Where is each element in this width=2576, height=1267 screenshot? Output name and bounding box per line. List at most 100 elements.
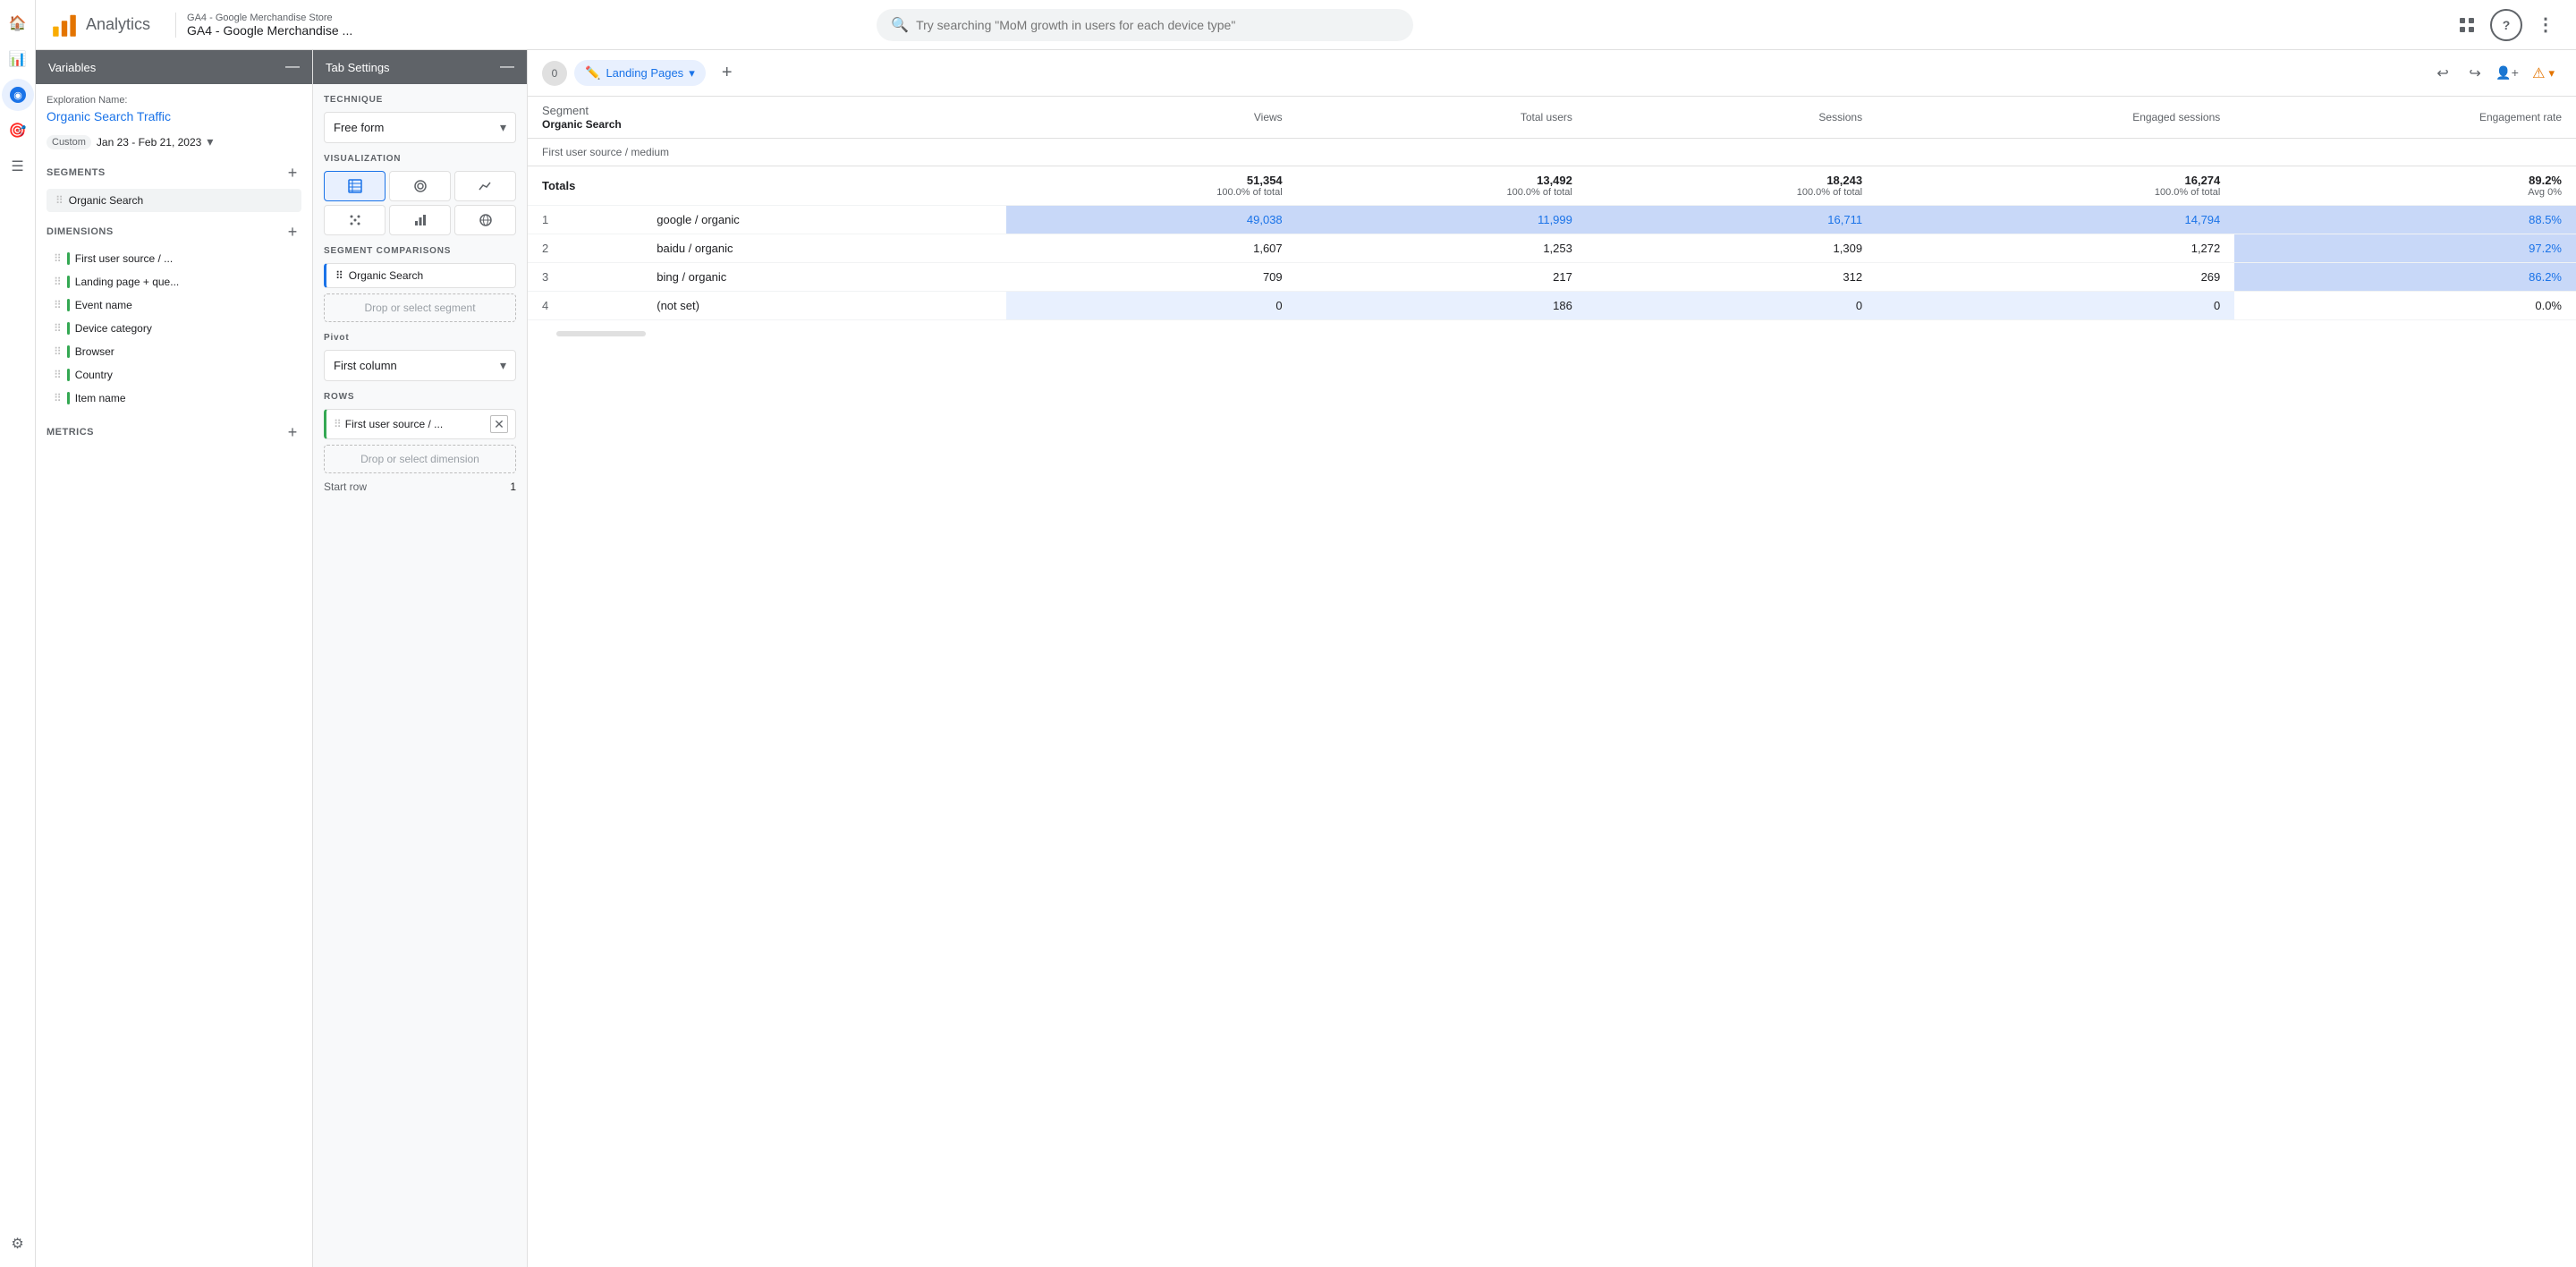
- viz-scatter-button[interactable]: [324, 205, 386, 235]
- totals-sessions-value: 18,243: [1826, 174, 1862, 187]
- dimension-item-name[interactable]: ⠿ Item name: [47, 387, 301, 409]
- segments-section-header: SEGMENTS +: [47, 164, 301, 182]
- more-menu-button[interactable]: ⋮: [2529, 9, 2562, 41]
- app-container: Analytics GA4 - Google Merchandise Store…: [36, 0, 2576, 1267]
- toolbar-actions: ↩ ↪ 👤+ ⚠ ▾: [2428, 59, 2562, 88]
- drag-icon: ⠿: [54, 276, 62, 288]
- table-row[interactable]: 3 bing / organic 709 217 312 269 86.2%: [528, 263, 2576, 292]
- sessions-header: Sessions: [1587, 97, 1877, 139]
- tab-settings-title: Tab Settings: [326, 61, 390, 74]
- drag-handle-icon: ⠿: [334, 418, 342, 430]
- tab-settings-content: TECHNIQUE Free form ▾ VISUALIZATION: [313, 84, 527, 1267]
- row-item-label: First user source / ...: [345, 418, 487, 430]
- viz-table-button[interactable]: [324, 171, 386, 201]
- pivot-dropdown[interactable]: First column ▾: [324, 350, 516, 381]
- row-sessions: 1,309: [1587, 234, 1877, 263]
- engaged-sub-header: [1877, 139, 2234, 166]
- technique-section-title: TECHNIQUE: [324, 95, 516, 105]
- table-row[interactable]: 2 baidu / organic 1,607 1,253 1,309 1,27…: [528, 234, 2576, 263]
- totals-engaged-sub: 100.0% of total: [1891, 187, 2220, 198]
- add-dimension-button[interactable]: +: [284, 223, 301, 241]
- dimension-landing-page[interactable]: ⠿ Landing page + que...: [47, 271, 301, 293]
- dimension-col-label: First user source / medium: [542, 146, 669, 158]
- warning-button[interactable]: ⚠ ▾: [2525, 61, 2562, 86]
- totals-sessions-sub: 100.0% of total: [1601, 187, 1862, 198]
- dimension-label: Browser: [75, 345, 114, 358]
- redo-button[interactable]: ↪: [2461, 59, 2489, 88]
- segment-chip-label: Organic Search: [69, 194, 143, 207]
- nav-rail: 🏠 📊 ◉ 🎯 ☰ ⚙: [0, 0, 36, 1267]
- drag-icon: ⠿: [54, 252, 62, 265]
- table-row[interactable]: 1 google / organic 49,038 11,999 16,711 …: [528, 206, 2576, 234]
- row-rate: 97.2%: [2234, 234, 2576, 263]
- segment-chip-organic-search[interactable]: ⠿ Organic Search: [47, 189, 301, 212]
- warning-icon: ⚠: [2532, 64, 2545, 82]
- variables-minimize-icon[interactable]: —: [285, 59, 300, 75]
- nav-explore[interactable]: ◉: [2, 79, 34, 111]
- data-table-container[interactable]: Segment Organic Search Views Total users…: [528, 97, 2576, 1267]
- totals-users-sub: 100.0% of total: [1311, 187, 1572, 198]
- viz-donut-button[interactable]: [389, 171, 451, 201]
- nav-settings[interactable]: ⚙: [2, 1228, 34, 1260]
- row-label: google / organic: [642, 206, 1006, 234]
- apps-grid-icon: [2459, 17, 2475, 33]
- pivot-title: Pivot: [324, 333, 516, 343]
- row-engaged: 1,272: [1877, 234, 2234, 263]
- metrics-title: METRICS: [47, 427, 94, 438]
- data-table: Segment Organic Search Views Total users…: [528, 97, 2576, 320]
- dimension-country[interactable]: ⠿ Country: [47, 364, 301, 386]
- table-row[interactable]: 4 (not set) 0 186 0 0 0.0%: [528, 292, 2576, 320]
- nav-reports[interactable]: 📊: [2, 43, 34, 75]
- drop-segment-zone[interactable]: Drop or select segment: [324, 293, 516, 322]
- drop-dimension-zone[interactable]: Drop or select dimension: [324, 445, 516, 473]
- views-header: Views: [1006, 97, 1296, 139]
- add-tab-button[interactable]: +: [713, 59, 741, 88]
- bar-icon: [413, 213, 428, 227]
- search-input[interactable]: [916, 18, 1399, 32]
- totals-views: 51,354 100.0% of total: [1006, 166, 1296, 206]
- viz-bar-button[interactable]: [389, 205, 451, 235]
- date-range-row: Custom Jan 23 - Feb 21, 2023 ▾: [47, 134, 301, 149]
- nav-configure[interactable]: ☰: [2, 150, 34, 183]
- tab-settings-minimize-icon[interactable]: —: [500, 59, 514, 75]
- viz-line-button[interactable]: [454, 171, 516, 201]
- dimension-event-name[interactable]: ⠿ Event name: [47, 294, 301, 316]
- dimension-label: First user source / ...: [75, 252, 173, 265]
- row-num: 1: [528, 206, 642, 234]
- start-row-value[interactable]: 1: [510, 480, 516, 493]
- analytics-logo-icon: [50, 11, 79, 39]
- table-icon: [348, 179, 362, 193]
- dimension-first-user-source[interactable]: ⠿ First user source / ...: [47, 248, 301, 269]
- property-name: GA4 - Google Merchandise ...: [187, 23, 352, 38]
- tab-settings-panel-header: Tab Settings —: [313, 50, 527, 84]
- exploration-name-value[interactable]: Organic Search Traffic: [47, 109, 301, 123]
- drag-icon: ⠿: [54, 369, 62, 381]
- date-range-chevron[interactable]: ▾: [207, 134, 213, 149]
- help-button[interactable]: ?: [2490, 9, 2522, 41]
- landing-pages-tab[interactable]: ✏️ Landing Pages ▾: [574, 60, 706, 86]
- nav-advertising[interactable]: 🎯: [2, 115, 34, 147]
- segment-comparison-organic-search[interactable]: ⠿ Organic Search: [324, 263, 516, 288]
- drop-dimension-label: Drop or select dimension: [360, 453, 479, 465]
- undo-button[interactable]: ↩: [2428, 59, 2457, 88]
- dimension-browser[interactable]: ⠿ Browser: [47, 341, 301, 362]
- nav-home[interactable]: 🏠: [2, 7, 34, 39]
- dimension-device-category[interactable]: ⠿ Device category: [47, 318, 301, 339]
- add-segment-button[interactable]: +: [284, 164, 301, 182]
- technique-dropdown[interactable]: Free form ▾: [324, 112, 516, 143]
- drag-icon: ⠿: [54, 345, 62, 358]
- drag-icon: ⠿: [54, 392, 62, 404]
- apps-grid-button[interactable]: [2451, 9, 2483, 41]
- dimensions-list: ⠿ First user source / ... ⠿ Landing page…: [47, 248, 301, 409]
- segment-comparison-label: Organic Search: [349, 269, 423, 282]
- share-button[interactable]: 👤+: [2493, 59, 2521, 88]
- totals-label-cell: Totals: [528, 166, 1006, 206]
- remove-row-button[interactable]: ✕: [490, 415, 508, 433]
- dimension-color-bar: [67, 322, 70, 335]
- horizontal-scrollbar[interactable]: [556, 331, 646, 336]
- add-metric-button[interactable]: +: [284, 423, 301, 441]
- dimension-label: Item name: [75, 392, 126, 404]
- viz-globe-button[interactable]: [454, 205, 516, 235]
- search-bar[interactable]: 🔍: [877, 9, 1413, 41]
- variables-panel-header: Variables —: [36, 50, 312, 84]
